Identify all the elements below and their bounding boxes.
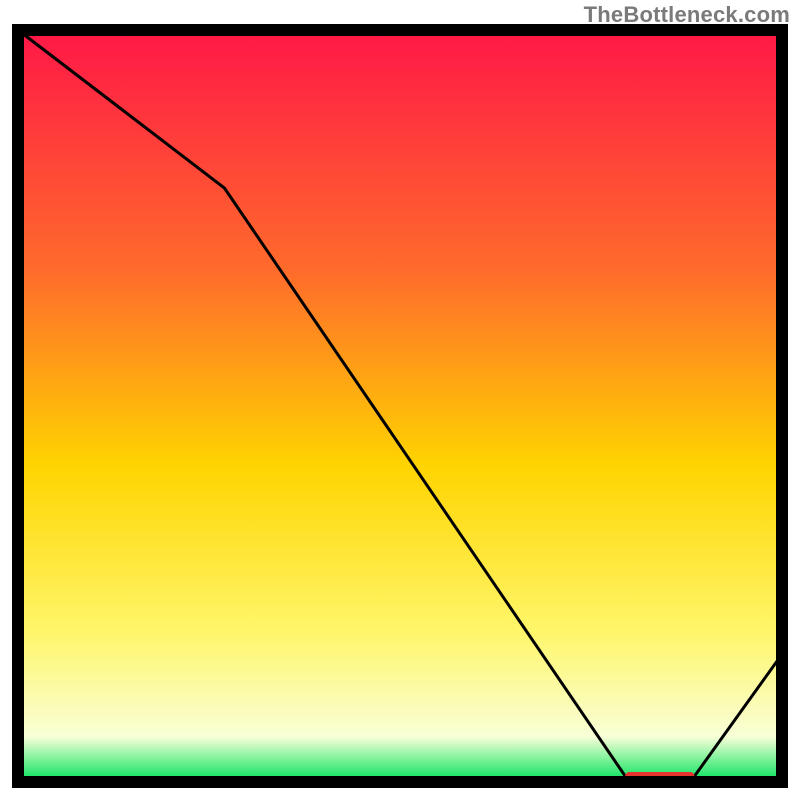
watermark-label: TheBottleneck.com xyxy=(584,2,790,28)
bottleneck-chart xyxy=(0,0,800,800)
plot-background xyxy=(18,30,782,782)
chart-container: TheBottleneck.com xyxy=(0,0,800,800)
